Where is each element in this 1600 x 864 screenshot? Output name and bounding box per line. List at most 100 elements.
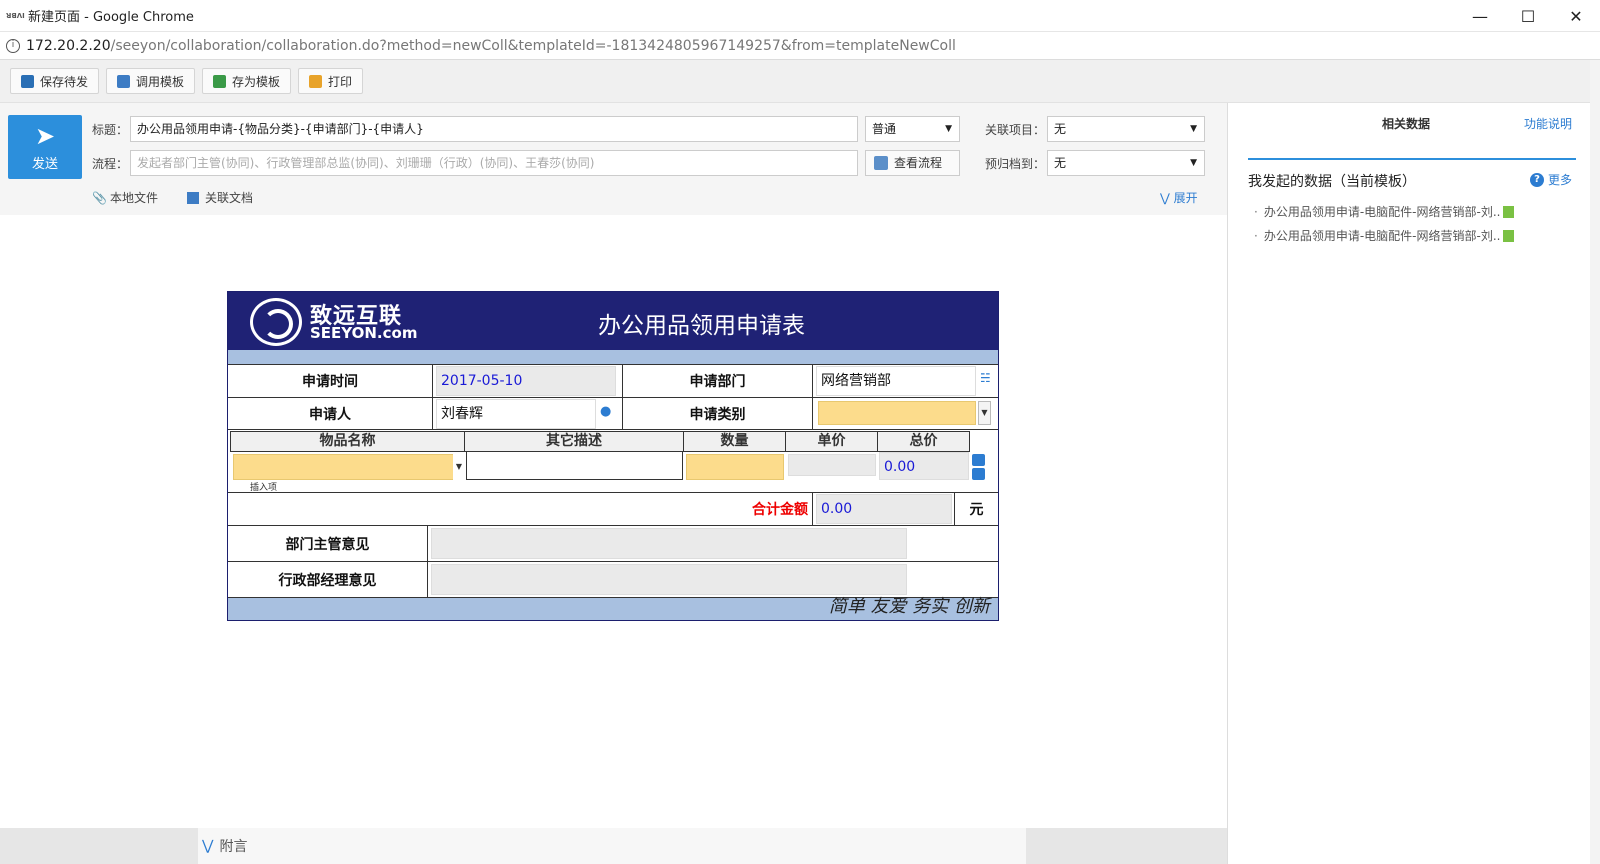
help-icon: ? <box>1530 172 1544 187</box>
flow-label: 流程： <box>92 157 129 171</box>
save-pending-button[interactable]: 保存待发 <box>10 68 100 94</box>
seeyon-logo-icon <box>250 298 302 346</box>
col-total: 总价 <box>877 431 970 452</box>
slogan-text: 简单 友爱 务实 创新 <box>828 596 990 617</box>
dept-opinion-label: 部门主管意见 <box>228 526 428 561</box>
remark-toggle[interactable]: ⋁ 附言 <box>198 828 1026 864</box>
address-bar[interactable]: i 172.20.2.20/seeyon/collaboration/colla… <box>0 32 1600 60</box>
page-favicon-icon: ꓤꓭꓥꓲ <box>6 11 25 20</box>
list-item[interactable]: · 办公用品领用申请-电脑配件-网络营销部-刘.. <box>1254 227 1515 244</box>
archive-label: 预归档到： <box>985 157 1046 171</box>
url-text[interactable]: 172.20.2.20/seeyon/collaboration/collabo… <box>26 38 956 54</box>
more-link[interactable]: ? 更多 <box>1530 171 1572 188</box>
double-chevron-down-icon: ⋁ <box>1160 191 1170 205</box>
paperclip-icon: 📎 <box>92 190 107 205</box>
form-row-items: 物品名称 其它描述 数量 单价 总价 ▼ 0.00 <box>228 429 998 480</box>
section-title: 我发起的数据（当前模板） <box>1248 174 1416 190</box>
priority-select[interactable]: 普通 ▼ <box>865 116 960 142</box>
form-doc-icon <box>1503 229 1515 242</box>
unit-price-value <box>788 454 876 476</box>
browser-titlebar: ꓤꓭꓥꓲ 新建页面 - Google Chrome — ☐ ✕ <box>0 0 1600 32</box>
other-desc-input[interactable] <box>466 452 683 480</box>
form-row-applicant: 申请人 刘春辉 ● 申请类别 ▼ <box>228 397 998 429</box>
right-panel: 相关数据 功能说明 我发起的数据（当前模板） ? 更多 · 办公用品领用申请-电… <box>1227 103 1600 864</box>
qty-input[interactable] <box>686 454 784 480</box>
office-supply-form: 致远互联 SEEYON.com 办公用品领用申请表 申请时间 2017-05-1… <box>227 291 999 621</box>
printer-icon <box>309 74 323 88</box>
flow-icon <box>874 156 888 170</box>
local-file-link[interactable]: 📎 本地文件 <box>92 189 158 206</box>
tab-related-data[interactable]: 相关数据 <box>1382 115 1430 132</box>
apply-dept-label: 申请部门 <box>623 365 813 397</box>
refresh-icon[interactable] <box>972 468 985 480</box>
form-doc-icon <box>1503 205 1515 218</box>
view-flow-button[interactable]: 查看流程 <box>865 150 960 176</box>
title-label: 标题： <box>92 123 129 137</box>
paper-plane-icon: ➤ <box>34 121 56 150</box>
col-unit-price: 单价 <box>785 431 878 452</box>
expand-link[interactable]: ⋁ 展开 <box>1160 189 1198 206</box>
save-template-icon <box>213 74 227 88</box>
chevron-down-icon[interactable]: ▼ <box>978 401 991 425</box>
chevron-down-icon: ▼ <box>945 124 952 134</box>
info-icon[interactable]: i <box>6 38 20 53</box>
page-scrollbar[interactable] <box>1590 60 1600 864</box>
double-chevron-down-icon: ⋁ <box>202 838 214 854</box>
org-chart-icon[interactable]: ☵ <box>980 371 992 385</box>
form-row-sum: 合计金额 0.00 元 <box>228 492 998 525</box>
form-row-apply-time: 申请时间 2017-05-10 申请部门 网络营销部 ☵ <box>228 364 998 397</box>
apply-time-value: 2017-05-10 <box>436 366 616 396</box>
user-icon[interactable]: ● <box>600 404 611 419</box>
print-button[interactable]: 打印 <box>298 68 364 94</box>
col-qty: 数量 <box>683 431 786 452</box>
admin-opinion-label: 行政部经理意见 <box>228 562 428 597</box>
form-header: 致远互联 SEEYON.com 办公用品领用申请表 <box>228 292 998 350</box>
template-icon <box>117 74 131 88</box>
save-icon <box>21 74 34 88</box>
action-toolbar: 保存待发 调用模板 存为模板 打印 <box>0 60 1600 103</box>
minimize-icon[interactable]: — <box>1456 0 1504 32</box>
apply-time-label: 申请时间 <box>228 365 433 397</box>
chevron-down-icon: ▼ <box>1190 158 1197 168</box>
archive-select[interactable]: 无 ▼ <box>1047 150 1205 176</box>
col-item-name: 物品名称 <box>230 431 465 452</box>
save-template-button[interactable]: 存为模板 <box>202 68 292 94</box>
close-icon[interactable]: ✕ <box>1552 0 1600 32</box>
header-band <box>228 350 998 364</box>
apply-type-select[interactable] <box>818 401 976 425</box>
flow-input[interactable]: 发起者部门主管(协同)、行政管理部总监(协同)、刘珊珊（行政）(协同)、王春莎(… <box>130 150 858 176</box>
dept-opinion-field <box>431 528 907 559</box>
related-project-select[interactable]: 无 ▼ <box>1047 116 1205 142</box>
sum-label: 合计金额 <box>228 493 813 525</box>
window-title: 新建页面 - Google Chrome <box>28 10 194 25</box>
related-project-label: 关联项目： <box>985 123 1046 137</box>
list-item[interactable]: · 办公用品领用申请-电脑配件-网络营销部-刘.. <box>1254 203 1515 220</box>
main-content: ➤ 发送 标题： 办公用品领用申请-{物品分类}-{申请部门}-{申请人} 普通… <box>0 103 1227 864</box>
collab-header: ➤ 发送 标题： 办公用品领用申请-{物品分类}-{申请部门}-{申请人} 普通… <box>0 103 1227 215</box>
item-name-select[interactable] <box>233 454 455 480</box>
chevron-down-icon[interactable]: ▼ <box>453 454 465 480</box>
yuan-label: 元 <box>969 502 984 518</box>
applicant-label: 申请人 <box>228 398 433 429</box>
window-controls: — ☐ ✕ <box>1456 0 1600 32</box>
col-other-desc: 其它描述 <box>464 431 684 452</box>
related-doc-link[interactable]: 关联文档 <box>187 189 253 206</box>
applicant-value[interactable]: 刘春辉 <box>436 399 596 429</box>
logo-text-en: SEEYON.com <box>310 324 418 342</box>
maximize-icon[interactable]: ☐ <box>1504 0 1552 32</box>
form-title: 办公用品领用申请表 <box>598 313 805 339</box>
apply-type-label: 申请类别 <box>623 398 813 429</box>
form-row-dept-opinion: 部门主管意见 <box>228 525 998 561</box>
admin-opinion-field <box>431 564 907 595</box>
row-total-value: 0.00 <box>879 452 969 480</box>
apply-dept-value[interactable]: 网络营销部 <box>816 366 976 396</box>
chevron-down-icon: ▼ <box>1190 124 1197 134</box>
tab-help[interactable]: 功能说明 <box>1524 115 1572 132</box>
use-template-button[interactable]: 调用模板 <box>106 68 196 94</box>
right-tabs: 相关数据 功能说明 <box>1228 103 1600 141</box>
footer-band: 简单 友爱 务实 创新 <box>228 596 998 620</box>
title-input[interactable]: 办公用品领用申请-{物品分类}-{申请部门}-{申请人} <box>130 116 858 142</box>
refresh-icon[interactable] <box>972 454 985 466</box>
sum-value: 0.00 <box>816 494 952 524</box>
send-button[interactable]: ➤ 发送 <box>8 115 82 179</box>
